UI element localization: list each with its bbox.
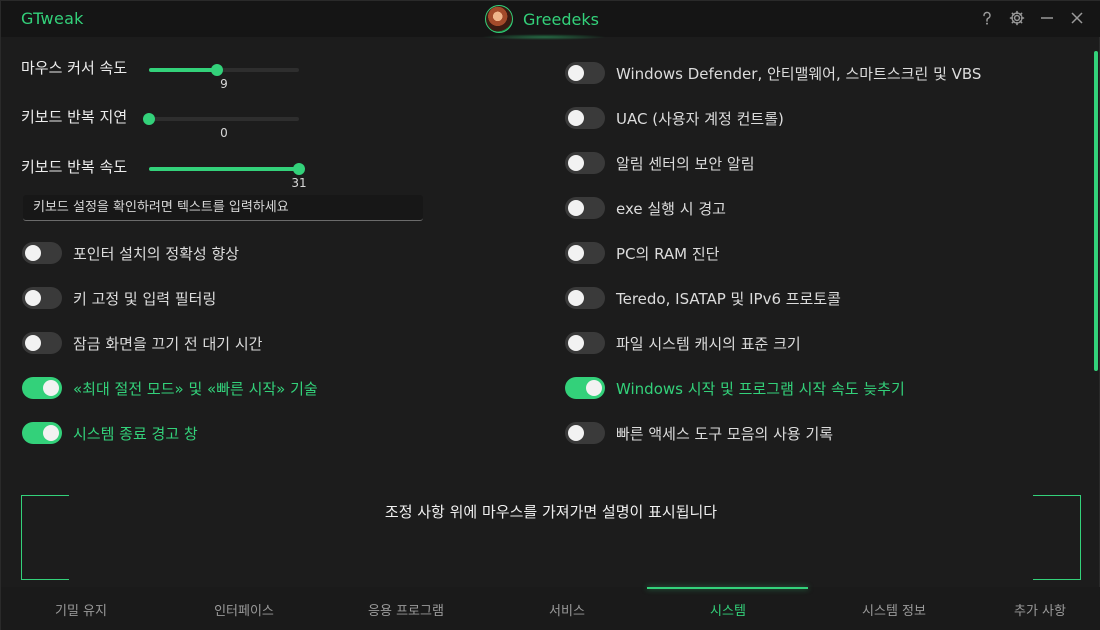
tab-privacy[interactable]: 기밀 유지 [1,587,161,630]
active-tab-indicator [647,587,808,589]
user-name: Greedeks [523,9,599,29]
toggle-knob [568,110,584,126]
toggle-label: Windows Defender, 안티맬웨어, 스마트스크린 및 VBS [616,64,982,83]
gear-icon[interactable] [1007,7,1027,29]
toggle-row[interactable]: 잠금 화면을 끄기 전 대기 시간 [22,331,262,355]
toggle-label: 파일 시스템 캐시의 표준 크기 [616,334,801,353]
toggle-label: 포인터 설치의 정확성 향상 [73,244,240,263]
toggle-switch[interactable] [22,332,62,354]
toggle-switch[interactable] [565,197,605,219]
toggle-knob [43,425,59,441]
slider-value: 0 [220,126,228,140]
toggle-label: PC의 RAM 진단 [616,244,720,263]
slider-mouse-speed: 마우스 커서 속도 9 [21,57,321,97]
slider-fill [149,167,299,171]
toggle-row[interactable]: «최대 절전 모드» 및 «빠른 시작» 기술 [22,376,318,400]
slider-keyboard-rate: 키보드 반복 속도 31 [21,156,321,196]
toggle-label: Teredo, ISATAP 및 IPv6 프로토콜 [616,289,841,308]
toggle-switch[interactable] [565,422,605,444]
toggle-label: 잠금 화면을 끄기 전 대기 시간 [73,334,263,353]
toggle-switch[interactable] [565,62,605,84]
description-panel: 조정 사항 위에 마우스를 가져가면 설명이 표시됩니다 [21,495,1081,580]
toggle-switch[interactable] [565,332,605,354]
toggle-row[interactable]: Teredo, ISATAP 및 IPv6 프로토콜 [565,286,841,310]
slider-value: 31 [291,176,307,190]
toggle-knob [568,245,584,261]
toggle-knob [568,290,584,306]
slider-track[interactable] [149,163,305,175]
toggle-knob [568,155,584,171]
toggle-row[interactable]: Windows Defender, 안티맬웨어, 스마트스크린 및 VBS [565,61,981,85]
toggle-label: 키 고정 및 입력 필터링 [73,289,217,308]
toggle-knob [43,380,59,396]
toggle-switch[interactable] [565,377,605,399]
slider-fill [149,68,217,72]
app-window: GTweak Greedeks 마우스 커서 속도 9 키보드 반복 지연 0 … [0,0,1100,630]
toggle-row[interactable]: 포인터 설치의 정확성 향상 [22,241,239,265]
toggle-knob [25,335,41,351]
toggle-label: 알림 센터의 보안 알림 [616,154,755,173]
tab-services[interactable]: 서비스 [487,587,647,630]
tab-interface[interactable]: 인터페이스 [164,587,324,630]
toggle-switch[interactable] [565,242,605,264]
tab-system[interactable]: 시스템 [648,587,808,630]
toggle-row[interactable]: PC의 RAM 진단 [565,241,719,265]
tab-applications[interactable]: 응용 프로그램 [326,587,486,630]
toggle-switch[interactable] [22,287,62,309]
slider-label: 키보드 반복 속도 [21,158,128,176]
tab-additional[interactable]: 추가 사항 [960,587,1100,630]
toggle-row[interactable]: 파일 시스템 캐시의 표준 크기 [565,331,801,355]
slider-label: 마우스 커서 속도 [21,59,128,77]
slider-thumb[interactable] [143,113,155,125]
title-bar[interactable]: GTweak Greedeks [1,1,1100,40]
user-profile[interactable]: Greedeks [481,4,607,40]
slider-track[interactable] [149,64,299,76]
minimize-icon[interactable] [1037,7,1057,29]
tab-system-info[interactable]: 시스템 정보 [814,587,974,630]
description-text: 조정 사항 위에 마우스를 가져가면 설명이 표시됩니다 [384,503,718,521]
slider-label: 키보드 반복 지연 [21,108,128,126]
toggle-switch[interactable] [565,287,605,309]
app-title: GTweak [21,9,84,28]
slider-track[interactable] [143,113,299,125]
toggle-label: UAC (사용자 계정 컨트롤) [616,109,784,128]
slider-keyboard-delay: 키보드 반복 지연 0 [21,106,321,146]
bottom-tab-bar: 기밀 유지 인터페이스 응용 프로그램 서비스 시스템 시스템 정보 추가 사항 [1,587,1100,630]
toggle-row[interactable]: 알림 센터의 보안 알림 [565,151,755,175]
slider-value: 9 [220,77,228,91]
toggle-row[interactable]: Windows 시작 및 프로그램 시작 속도 늦추기 [565,376,905,400]
toggle-row[interactable]: 시스템 종료 경고 창 [22,421,198,445]
toggle-label: «최대 절전 모드» 및 «빠른 시작» 기술 [73,379,318,398]
toggle-switch[interactable] [22,377,62,399]
toggle-knob [568,425,584,441]
user-avatar[interactable] [485,5,513,33]
toggle-knob [25,290,41,306]
toggle-label: Windows 시작 및 프로그램 시작 속도 늦추기 [616,379,905,398]
toggle-knob [568,65,584,81]
toggle-row[interactable]: 빠른 액세스 도구 모음의 사용 기록 [565,421,833,445]
toggle-switch[interactable] [22,422,62,444]
toggle-knob [568,335,584,351]
window-controls [977,7,1087,29]
toggle-label: exe 실행 시 경고 [616,199,726,218]
toggle-row[interactable]: UAC (사용자 계정 컨트롤) [565,106,784,130]
scrollbar-thumb[interactable] [1094,51,1098,371]
toggle-row[interactable]: 키 고정 및 입력 필터링 [22,286,216,310]
toggle-knob [568,200,584,216]
keyboard-test-input[interactable] [23,195,423,221]
toggle-knob [586,380,602,396]
slider-thumb[interactable] [210,64,223,76]
toggle-label: 시스템 종료 경고 창 [73,424,198,443]
slider-thumb[interactable] [293,163,305,175]
toggle-knob [25,245,41,261]
close-icon[interactable] [1067,7,1087,29]
toggle-row[interactable]: exe 실행 시 경고 [565,196,726,220]
toggle-switch[interactable] [565,107,605,129]
toggle-label: 빠른 액세스 도구 모음의 사용 기록 [616,424,834,443]
toggle-switch[interactable] [565,152,605,174]
scrollbar[interactable] [1094,41,1098,581]
question-icon[interactable] [977,7,997,29]
toggle-switch[interactable] [22,242,62,264]
